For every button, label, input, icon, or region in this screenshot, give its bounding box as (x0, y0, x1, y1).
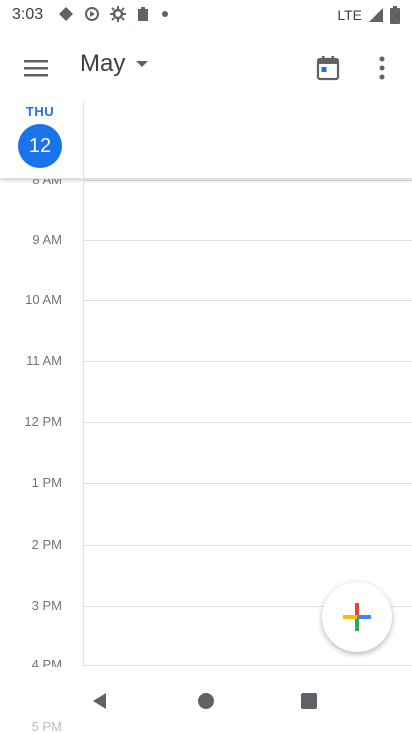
day-of-week: THU (25, 104, 55, 119)
signal-icon (369, 8, 383, 22)
month-label: May (80, 50, 126, 77)
create-event-button[interactable] (322, 582, 392, 652)
day-header: THU 12 (0, 102, 412, 179)
google-photos-icon (59, 7, 73, 21)
chevron-down-icon (136, 61, 149, 67)
hour-label: 12 PM (24, 414, 62, 429)
hour-label: 10 AM (25, 292, 62, 307)
hour-label: 9 AM (32, 232, 62, 247)
app-bar: May (0, 32, 412, 102)
hour-row: 11 AM (0, 353, 412, 368)
hour-line (84, 483, 412, 484)
status-bar: 3:03 LTE (0, 0, 412, 32)
back-icon[interactable] (90, 691, 110, 711)
time-column-divider (83, 102, 84, 667)
settings-icon (110, 6, 126, 22)
hour-row: 12 PM (0, 414, 412, 429)
calendar-today-icon (316, 56, 340, 81)
hour-line (84, 545, 412, 546)
more-vert-icon (379, 56, 385, 80)
menu-button[interactable] (20, 54, 52, 82)
hour-row: 8 AM (0, 178, 412, 187)
hour-label: 11 AM (26, 353, 62, 368)
home-icon[interactable] (196, 691, 216, 711)
hour-label: 8 AM (32, 178, 62, 187)
day-date-badge[interactable]: 12 (18, 124, 62, 168)
hour-line (84, 361, 412, 362)
dot-icon (162, 11, 168, 17)
storage-icon (138, 7, 148, 21)
battery-icon (390, 6, 400, 24)
more-options-button[interactable] (370, 50, 394, 86)
plus-icon (343, 603, 371, 631)
status-system: LTE (337, 6, 400, 24)
network-label: LTE (337, 7, 362, 23)
hour-row: 4 PM (0, 657, 412, 667)
status-notifications (58, 6, 170, 22)
menu-icon (24, 60, 48, 77)
hour-line (84, 180, 412, 181)
hour-line (84, 300, 412, 301)
hour-line (84, 240, 412, 241)
hour-row: 9 AM (0, 232, 412, 247)
hour-row: 1 PM (0, 475, 412, 490)
hour-row: 2 PM (0, 537, 412, 552)
status-time: 3:03 (12, 6, 44, 23)
month-selector[interactable]: May (80, 50, 149, 78)
hour-label: 4 PM (31, 657, 62, 667)
today-button[interactable] (312, 52, 344, 84)
hour-label: 2 PM (31, 537, 62, 552)
hour-row: 10 AM (0, 292, 412, 307)
hour-line (84, 422, 412, 423)
hour-label: 3 PM (31, 598, 62, 613)
sync-icon (85, 7, 99, 21)
hour-line (84, 665, 412, 666)
hour-label: 1 PM (31, 475, 62, 490)
recents-icon[interactable] (300, 692, 318, 710)
